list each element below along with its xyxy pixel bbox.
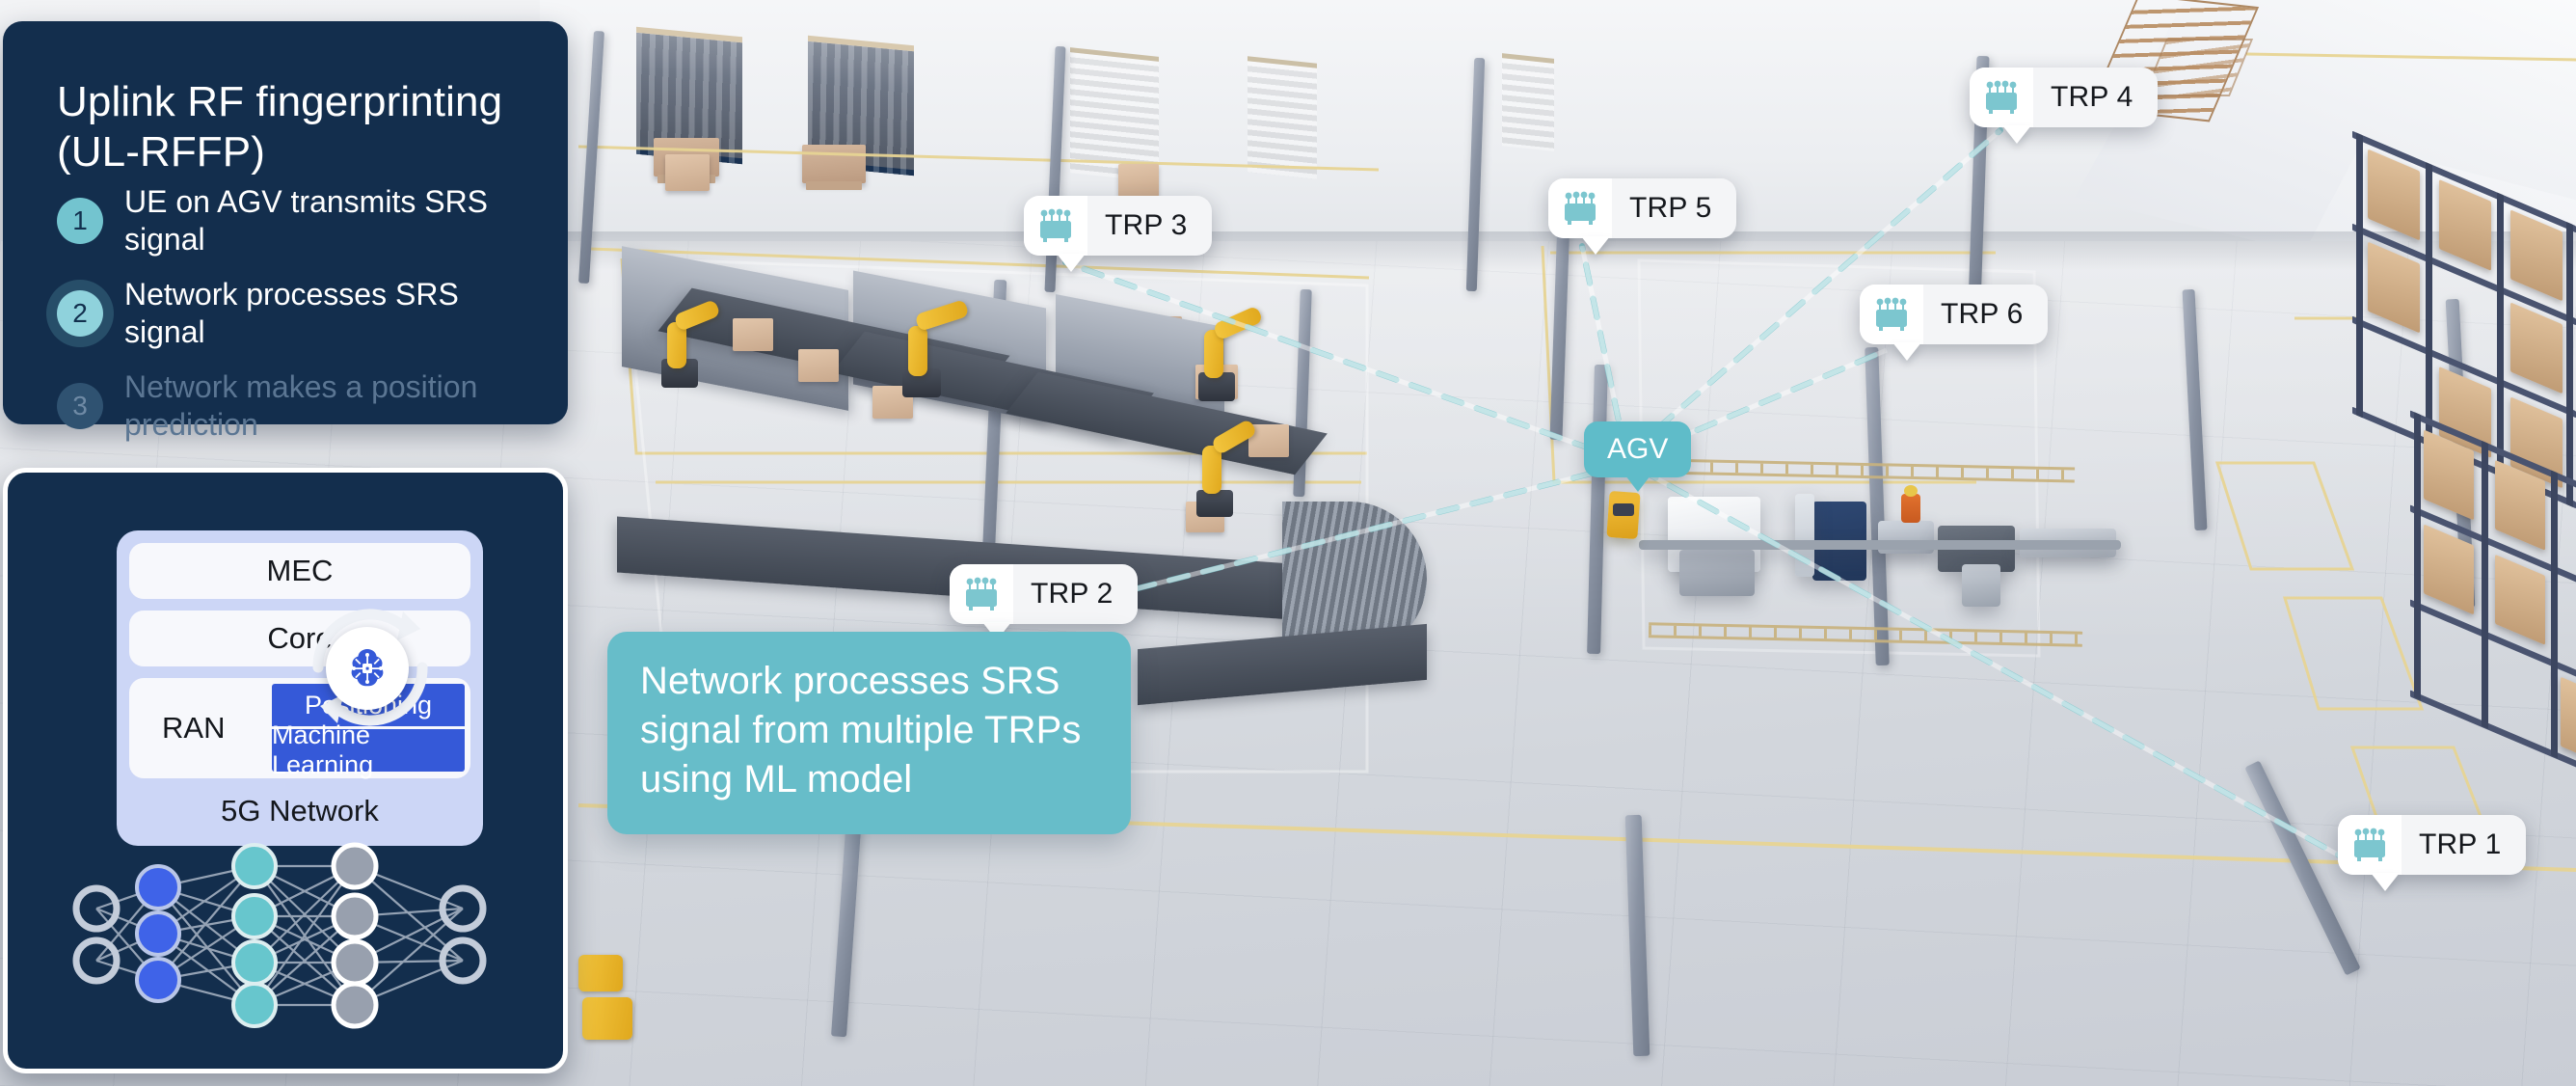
trp-marker-trp2[interactable]: TRP 2 — [950, 564, 1139, 640]
brain-circuit-icon — [326, 627, 409, 710]
agv-vehicle-top — [1613, 503, 1634, 516]
step-badge: 3 — [57, 383, 103, 430]
trp-marker-label: TRP 4 — [2051, 81, 2133, 113]
trp-marker-label: TRP 6 — [1941, 298, 2024, 330]
step-item-2: 2 Network processes SRS signal — [57, 276, 539, 351]
production-machine — [1795, 494, 1814, 577]
antenna-icon — [1548, 178, 1612, 238]
step-item-3: 3 Network makes a position prediction — [57, 368, 539, 444]
trp-marker-trp6[interactable]: TRP 6 — [1860, 285, 2049, 361]
step-callout: Network processes SRS signal from multip… — [607, 632, 1131, 834]
ran-label: RAN — [162, 711, 226, 745]
antenna-icon — [1024, 196, 1087, 256]
production-machine — [1962, 564, 2000, 607]
antenna-icon — [950, 564, 1013, 624]
marker-pointer — [1892, 342, 1921, 361]
nn-layer-input — [72, 884, 121, 985]
callout-text: Network processes SRS signal from multip… — [640, 660, 1082, 801]
step-list: 1 UE on AGV transmits SRS signal 2 Netwo… — [57, 183, 539, 461]
nn-layer-teal — [231, 843, 278, 1028]
trp-marker-label: TRP 5 — [1629, 192, 1712, 224]
marker-pointer — [1057, 254, 1086, 272]
production-machine — [1679, 550, 1755, 596]
step-label: UE on AGV transmits SRS signal — [124, 184, 489, 258]
agv-marker-label: AGV — [1607, 433, 1669, 465]
agv-marker[interactable]: AGV — [1584, 421, 1692, 492]
screenshot-root: TRP 3 TRP 2 TRP 5 TRP 4 TRP 6 TRP 1 AGV … — [0, 0, 2576, 1086]
cardboard-box — [733, 318, 773, 351]
marker-pointer — [2371, 873, 2400, 891]
neural-network-diagram — [72, 842, 487, 1029]
machine-conveyor — [1639, 540, 2121, 550]
trp-marker-trp4[interactable]: TRP 4 — [1970, 68, 2159, 144]
cardboard-box — [798, 349, 839, 382]
panel-title: Uplink RF fingerprinting (UL-RFFP) — [57, 78, 503, 176]
marker-pointer — [1581, 236, 1610, 255]
step-badge: 1 — [57, 198, 103, 245]
trp-marker-label: TRP 1 — [2419, 828, 2502, 860]
pallet-stack — [802, 145, 866, 190]
marker-pointer — [1624, 475, 1650, 492]
worker-helmet-icon — [1904, 485, 1918, 497]
nn-layer-blue — [135, 864, 181, 1003]
cardboard-box — [665, 154, 710, 191]
cardboard-box — [1118, 164, 1159, 197]
worker — [1901, 494, 1920, 523]
dock-shutter — [1070, 47, 1159, 182]
antenna-icon — [1860, 285, 1923, 344]
step-label: Network processes SRS signal — [124, 277, 459, 350]
step-item-1: 1 UE on AGV transmits SRS signal — [57, 183, 539, 258]
step-badge: 2 — [57, 290, 103, 338]
nn-layer-gray — [331, 842, 379, 1029]
network-architecture-panel: MEC Core RAN Positioning Machine Learnin… — [3, 468, 568, 1073]
trp-marker-trp3[interactable]: TRP 3 — [1024, 196, 1213, 272]
trp-marker-label: TRP 2 — [1031, 578, 1114, 610]
ul-rffp-panel: Uplink RF fingerprinting (UL-RFFP) 1 UE … — [3, 21, 568, 442]
trp-marker-label: TRP 3 — [1105, 209, 1188, 241]
antenna-icon — [2338, 815, 2402, 875]
dock-shutter — [1502, 53, 1554, 151]
antenna-icon — [1970, 68, 2033, 127]
step-label: Network makes a position prediction — [124, 369, 478, 443]
trp-marker-trp5[interactable]: TRP 5 — [1548, 178, 1737, 255]
marker-pointer — [2002, 125, 2031, 144]
trp-marker-trp1[interactable]: TRP 1 — [2338, 815, 2527, 891]
dock-shutter — [1248, 56, 1317, 179]
